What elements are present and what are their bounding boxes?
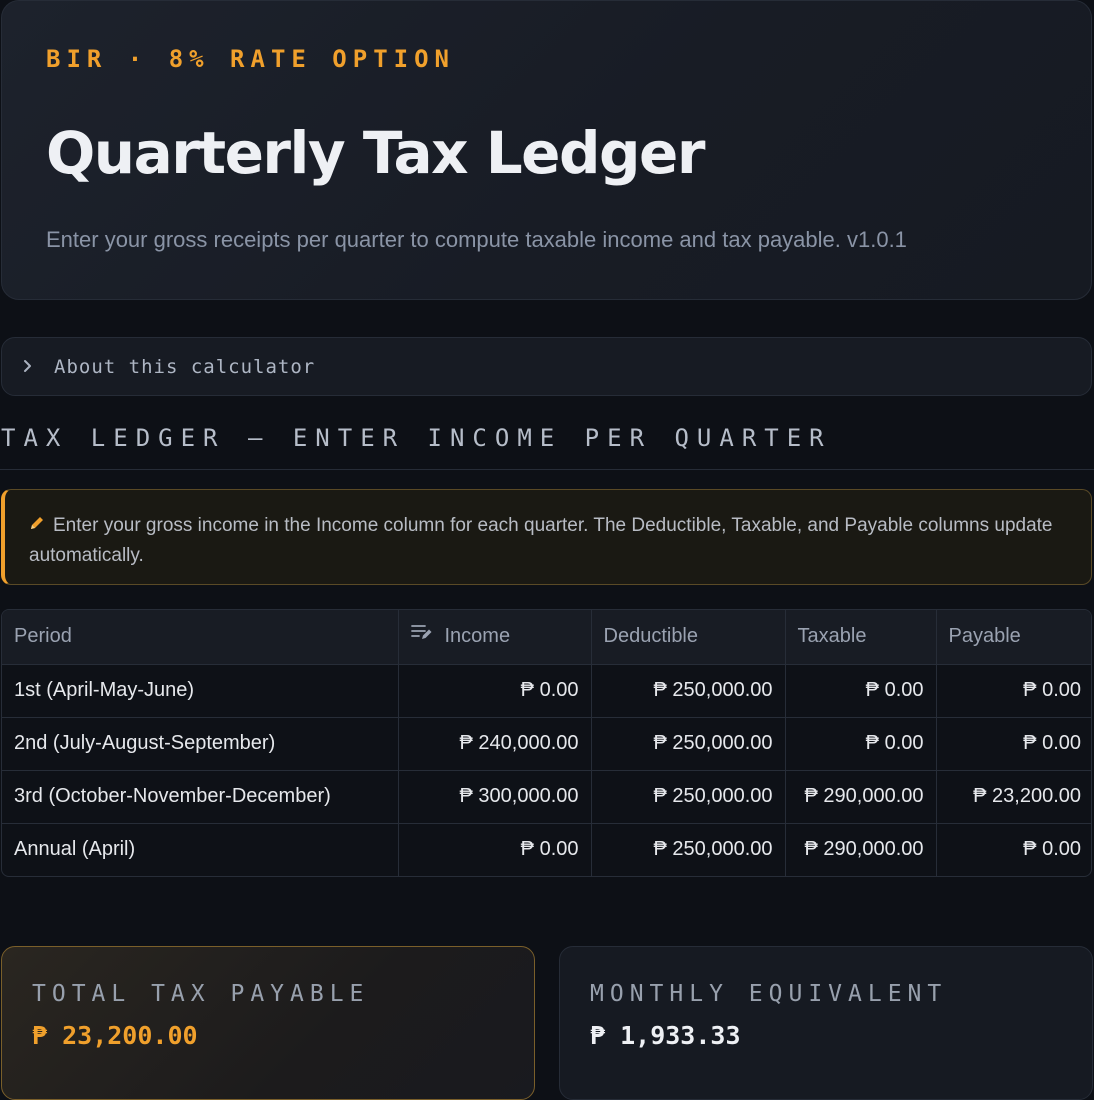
deductible-cell: ₱ 250,000.00 bbox=[591, 717, 786, 771]
metric-value: ₱ 1,933.33 bbox=[590, 1021, 741, 1050]
period-cell: 3rd (October-November-December) bbox=[2, 770, 399, 824]
table-row: 3rd (October-November-December) ₱ 300,00… bbox=[2, 770, 1091, 824]
expander-label: About this calculator bbox=[54, 355, 316, 378]
column-header-period[interactable]: Period bbox=[2, 610, 399, 665]
page-subtitle: Enter your gross receipts per quarter to… bbox=[46, 227, 907, 252]
edit-list-icon bbox=[410, 623, 433, 647]
payable-cell: ₱ 0.00 bbox=[936, 717, 1091, 771]
table-header-row: Period Income Deductible Taxable Payable bbox=[2, 610, 1091, 665]
payable-cell: ₱ 23,200.00 bbox=[936, 770, 1091, 824]
monthly-equivalent-card: MONTHLY EQUIVALENT ₱ 1,933.33 bbox=[559, 946, 1093, 1100]
table-row: Annual (April) ₱ 0.00 ₱ 250,000.00 ₱ 290… bbox=[2, 823, 1091, 876]
total-tax-payable-card: TOTAL TAX PAYABLE ₱ 23,200.00 bbox=[1, 946, 535, 1100]
table-row: 2nd (July-August-September) ₱ 240,000.00… bbox=[2, 717, 1091, 771]
income-cell[interactable]: ₱ 0.00 bbox=[398, 823, 592, 876]
tax-ledger-table: Period Income Deductible Taxable Payable… bbox=[1, 609, 1092, 877]
metric-label: MONTHLY EQUIVALENT bbox=[590, 981, 948, 1007]
column-header-deductible[interactable]: Deductible bbox=[591, 610, 786, 665]
taxable-cell: ₱ 290,000.00 bbox=[785, 823, 937, 876]
about-expander[interactable]: About this calculator bbox=[1, 337, 1092, 396]
metric-value: ₱ 23,200.00 bbox=[32, 1021, 198, 1050]
deductible-cell: ₱ 250,000.00 bbox=[591, 770, 786, 824]
pencil-icon bbox=[29, 510, 53, 540]
deductible-cell: ₱ 250,000.00 bbox=[591, 664, 786, 718]
taxable-cell: ₱ 0.00 bbox=[785, 717, 937, 771]
metric-label: TOTAL TAX PAYABLE bbox=[32, 981, 370, 1007]
info-callout: Enter your gross income in the Income co… bbox=[1, 489, 1092, 585]
payable-cell: ₱ 0.00 bbox=[1023, 838, 1081, 861]
period-cell: Annual (April) bbox=[2, 823, 399, 876]
table-row: 1st (April-May-June) ₱ 0.00 ₱ 250,000.00… bbox=[2, 664, 1091, 718]
callout-text: Enter your gross income in the Income co… bbox=[29, 515, 1053, 566]
chevron-right-icon bbox=[2, 356, 54, 379]
income-cell[interactable]: ₱ 300,000.00 bbox=[398, 770, 592, 824]
taxable-cell: ₱ 290,000.00 bbox=[785, 770, 937, 824]
payable-cell: ₱ 0.00 bbox=[936, 664, 1091, 718]
header-card: BIR · 8% RATE OPTION Quarterly Tax Ledge… bbox=[1, 0, 1092, 300]
deductible-cell: ₱ 250,000.00 bbox=[591, 823, 786, 876]
income-cell[interactable]: ₱ 0.00 bbox=[398, 664, 592, 718]
period-cell: 2nd (July-August-September) bbox=[2, 717, 399, 771]
column-header-payable[interactable]: Payable bbox=[936, 610, 1091, 665]
page-title: Quarterly Tax Ledger bbox=[46, 119, 706, 187]
column-header-label: Income bbox=[444, 625, 511, 648]
section-title: TAX LEDGER — ENTER INCOME PER QUARTER bbox=[1, 424, 832, 452]
column-header-income[interactable]: Income bbox=[398, 610, 592, 665]
income-cell[interactable]: ₱ 240,000.00 bbox=[398, 717, 592, 771]
period-cell: 1st (April-May-June) bbox=[2, 664, 399, 718]
column-header-taxable[interactable]: Taxable bbox=[785, 610, 937, 665]
eyebrow-label: BIR · 8% RATE OPTION bbox=[46, 45, 455, 73]
section-divider bbox=[0, 469, 1094, 470]
taxable-cell: ₱ 0.00 bbox=[785, 664, 937, 718]
